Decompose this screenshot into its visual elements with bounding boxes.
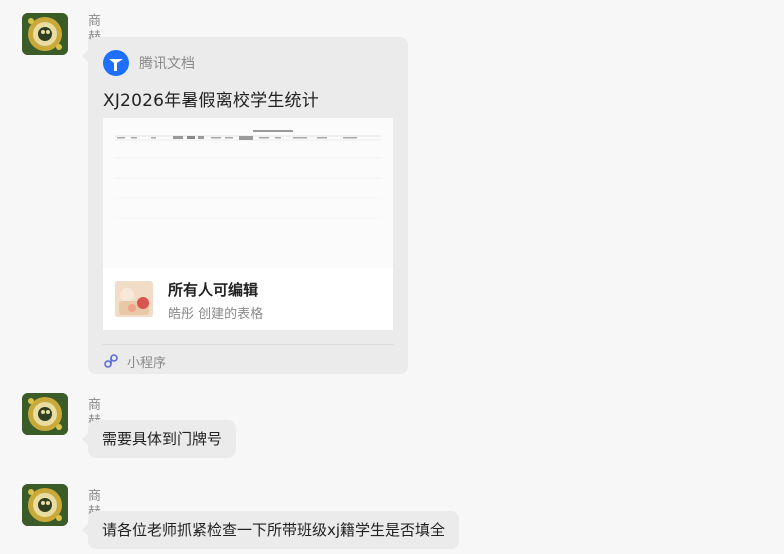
mini-program-link-icon bbox=[104, 354, 118, 368]
doc-preview-area: 所有人可编辑 皓彤 创建的表格 bbox=[103, 118, 393, 330]
card-footer: 小程序 bbox=[103, 351, 166, 371]
sender-avatar[interactable] bbox=[22, 393, 68, 435]
message-bubble[interactable]: 请各位老师抓紧检查一下所带班级xj籍学生是否填全 bbox=[81, 511, 460, 549]
source-name: 腾讯文档 bbox=[139, 56, 195, 72]
doc-meta: 所有人可编辑 皓彤 创建的表格 bbox=[103, 268, 393, 330]
user-avatar-icon bbox=[22, 484, 68, 526]
shared-doc-card[interactable]: 腾讯文档 XJ2026年暑假离校学生统计 所有人可编辑 皓彤 创建的表格 小程序 bbox=[82, 37, 408, 374]
user-avatar-icon bbox=[22, 13, 68, 55]
tencent-docs-logo-icon bbox=[103, 50, 129, 76]
sender-avatar[interactable] bbox=[22, 484, 68, 526]
doc-creator: 皓彤 创建的表格 bbox=[168, 307, 264, 322]
sender-avatar[interactable] bbox=[22, 13, 68, 55]
message-bubble[interactable]: 需要具体到门牌号 bbox=[81, 420, 237, 458]
doc-permission: 所有人可编辑 bbox=[168, 281, 259, 299]
card-source: 腾讯文档 bbox=[103, 50, 195, 76]
user-avatar-icon bbox=[22, 393, 68, 435]
doc-title: XJ2026年暑假离校学生统计 bbox=[103, 91, 319, 111]
doc-preview bbox=[103, 118, 393, 268]
mini-program-label: 小程序 bbox=[127, 355, 167, 371]
creator-avatar bbox=[115, 281, 153, 317]
chat-window: 商赫 腾讯文档 XJ2026年暑假离校学生统计 bbox=[0, 0, 784, 554]
spreadsheet-thumbnail-icon bbox=[103, 118, 393, 268]
card-divider bbox=[103, 344, 393, 345]
creator-avatar-icon bbox=[115, 281, 153, 317]
